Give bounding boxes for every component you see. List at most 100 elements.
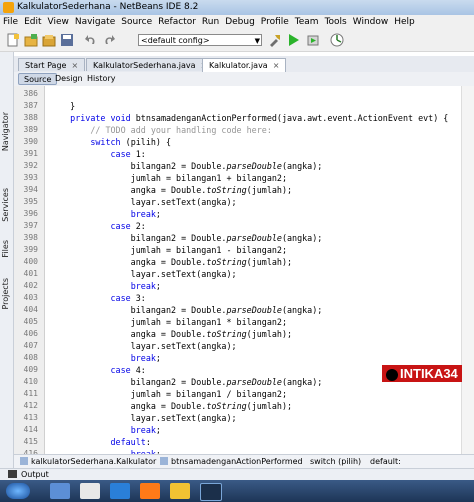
code-line[interactable]: 394 angka = Double.toString(jumlah); (14, 184, 474, 196)
code-line[interactable]: 392 bilangan2 = Double.parseDouble(angka… (14, 160, 474, 172)
line-number: 386 (23, 89, 38, 98)
output-icon (8, 470, 17, 478)
code-text: layar.setText(angka); (50, 197, 237, 207)
projects-panel-tab[interactable]: Projects (1, 278, 10, 310)
close-icon[interactable]: × (71, 61, 78, 70)
code-text: // TODO add your handling code here: (50, 125, 272, 135)
line-number: 395 (23, 197, 38, 206)
menu-item-tools[interactable]: Tools (322, 17, 350, 27)
line-number: 408 (23, 353, 38, 362)
code-line[interactable]: 403 case 3: (14, 292, 474, 304)
media-player-icon[interactable] (80, 483, 100, 499)
line-number: 398 (23, 233, 38, 242)
code-text: angka = Double.toString(jumlah); (50, 257, 293, 267)
run-icon[interactable] (286, 33, 300, 47)
code-text: case 2: (110, 221, 146, 231)
chevron-down-icon[interactable]: ▼ (255, 35, 260, 47)
code-line[interactable]: 405 jumlah = bilangan1 * bilangan2; (14, 316, 474, 328)
menu-item-view[interactable]: View (45, 17, 72, 27)
code-editor[interactable]: 386 387 } 388 private void btnsamadenganAc… (14, 86, 474, 454)
code-line[interactable]: 413 layar.setText(angka); (14, 412, 474, 424)
code-line[interactable]: 386 (14, 88, 474, 100)
code-text: jumlah = bilangan1 / bilangan2; (50, 389, 287, 399)
code-line[interactable]: 408 break; (14, 352, 474, 364)
services-panel-tab[interactable]: Services (1, 188, 10, 222)
code-text: break; (130, 353, 161, 363)
line-number: 393 (23, 173, 38, 182)
editor-scrollbar[interactable] (461, 86, 474, 454)
menu-item-navigate[interactable]: Navigate (72, 17, 118, 27)
menu-item-run[interactable]: Run (199, 17, 222, 27)
debug-icon[interactable] (306, 33, 320, 47)
code-line[interactable]: 411 jumlah = bilangan1 / bilangan2; (14, 388, 474, 400)
code-line[interactable]: 398 bilangan2 = Double.parseDouble(angka… (14, 232, 474, 244)
new-file-icon[interactable] (6, 33, 20, 47)
tab-start-page[interactable]: Start Page × (18, 58, 86, 71)
code-line[interactable]: 393 jumlah = bilangan1 + bilangan2; (14, 172, 474, 184)
menu-item-debug[interactable]: Debug (222, 17, 258, 27)
line-number: 413 (23, 413, 38, 422)
code-text: bilangan2 = Double.parseDouble(angka); (50, 161, 323, 171)
firefox-icon[interactable] (140, 483, 160, 499)
menu-item-source[interactable]: Source (118, 17, 155, 27)
code-text: break; (130, 209, 161, 219)
config-select[interactable]: <default config> ▼ (138, 34, 262, 46)
close-icon[interactable]: × (273, 61, 280, 70)
menu-item-refactor[interactable]: Refactor (155, 17, 199, 27)
menu-item-profile[interactable]: Profile (258, 17, 292, 27)
netbeans-app-icon (3, 2, 14, 13)
new-project-icon[interactable] (24, 33, 38, 47)
code-line[interactable]: 389 // TODO add your handling code here: (14, 124, 474, 136)
breadcrumb-method[interactable]: btnsamadenganActionPerformed (160, 456, 303, 468)
menu-item-file[interactable]: File (0, 17, 21, 27)
folder-icon[interactable] (170, 483, 190, 499)
menu-item-edit[interactable]: Edit (21, 17, 44, 27)
history-mode-button[interactable]: History (82, 73, 120, 85)
ie-browser-icon[interactable] (110, 483, 130, 499)
code-line[interactable]: 391 case 1: (14, 148, 474, 160)
save-all-icon[interactable] (60, 33, 74, 47)
code-line[interactable]: 390 switch (pilih) { (14, 136, 474, 148)
files-panel-tab[interactable]: Files (1, 240, 10, 258)
code-line[interactable]: 414 break; (14, 424, 474, 436)
code-line[interactable]: 407 layar.setText(angka); (14, 340, 474, 352)
open-project-icon[interactable] (42, 33, 56, 47)
tab-kalkulatorsederhana-java[interactable]: KalkulatorSederhana.java× (86, 58, 215, 71)
code-text: angka = Double.toString(jumlah); (50, 185, 293, 195)
code-line[interactable]: 400 angka = Double.toString(jumlah); (14, 256, 474, 268)
profile-icon[interactable] (330, 33, 344, 47)
code-line[interactable]: 387 } (14, 100, 474, 112)
line-number: 397 (23, 221, 38, 230)
code-line[interactable]: 402 break; (14, 280, 474, 292)
redo-icon[interactable] (102, 33, 116, 47)
tab-kalkulator-java[interactable]: Kalkulator.java × (202, 58, 287, 72)
breadcrumb-default[interactable]: default: (370, 456, 401, 468)
menu-item-help[interactable]: Help (391, 17, 418, 27)
menu-item-team[interactable]: Team (292, 17, 322, 27)
code-text: angka = Double.toString(jumlah); (50, 401, 293, 411)
code-line[interactable]: 412 angka = Double.toString(jumlah); (14, 400, 474, 412)
line-number: 410 (23, 377, 38, 386)
start-button-icon[interactable] (6, 483, 30, 499)
code-line[interactable]: 399 jumlah = bilangan1 - bilangan2; (14, 244, 474, 256)
code-line[interactable]: 401 layar.setText(angka); (14, 268, 474, 280)
breadcrumb-class[interactable]: kalkulatorSederhana.Kalkulator (20, 456, 156, 468)
code-line[interactable]: 395 layar.setText(angka); (14, 196, 474, 208)
code-line[interactable]: 396 break; (14, 208, 474, 220)
code-line[interactable]: 415 default: (14, 436, 474, 448)
code-line[interactable]: 397 case 2: (14, 220, 474, 232)
breadcrumb-switch[interactable]: switch (pilih) (310, 456, 361, 468)
code-line[interactable]: 388 private void btnsamadenganActionPerf… (14, 112, 474, 124)
code-line[interactable]: 404 bilangan2 = Double.parseDouble(angka… (14, 304, 474, 316)
menu-item-window[interactable]: Window (350, 17, 392, 27)
build-icon[interactable] (268, 33, 282, 47)
netbeans-taskbar-icon[interactable] (200, 483, 222, 501)
code-line[interactable]: 406 angka = Double.toString(jumlah); (14, 328, 474, 340)
explorer-icon[interactable] (50, 483, 70, 499)
side-panel-strip: Navigator Services Files Projects (0, 52, 14, 468)
navigator-panel-tab[interactable]: Navigator (1, 112, 10, 151)
line-number: 388 (23, 113, 38, 122)
editor-mode-bar: Source Design History (14, 72, 474, 87)
undo-icon[interactable] (84, 33, 98, 47)
tab-label: Kalkulator.java (209, 61, 268, 70)
